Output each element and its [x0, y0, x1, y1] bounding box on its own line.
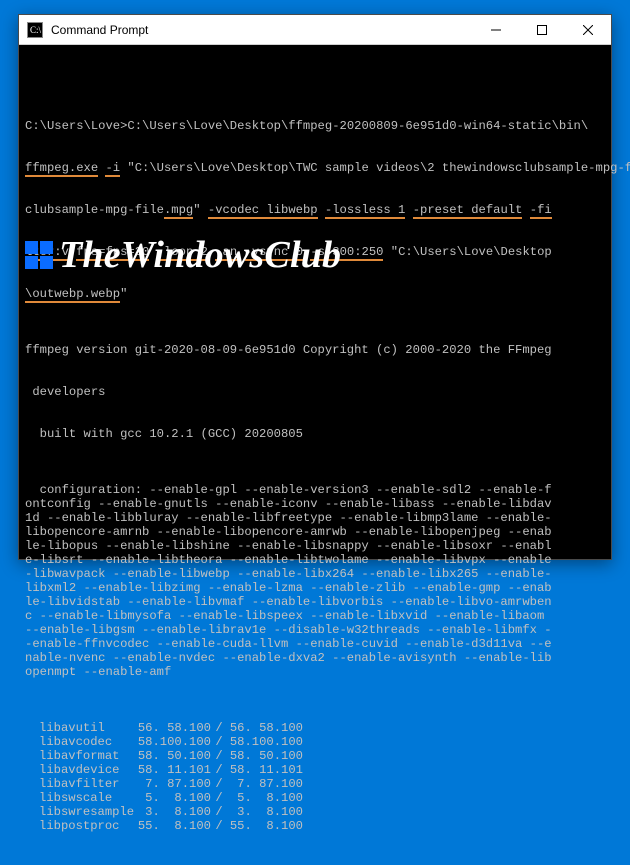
minimize-icon	[491, 25, 501, 35]
config-line: le-libopus --enable-libshine --enable-li…	[25, 539, 605, 553]
lib-version: 58. 50.100	[135, 749, 211, 763]
command-line: clubsample-mpg-file.mpg" -vcodec libwebp…	[25, 203, 605, 217]
close-icon	[583, 25, 593, 35]
lib-version: 3. 8.100	[135, 805, 211, 819]
hl-vcodec: -vcodec libwebp	[208, 203, 318, 219]
arg-close: "	[120, 287, 127, 301]
config-line: configuration: --enable-gpl --enable-ver…	[25, 483, 605, 497]
config-line: libxml2 --enable-libzimg --enable-lzma -…	[25, 581, 605, 595]
built-line: built with gcc 10.2.1 (GCC) 20200805	[25, 427, 605, 441]
table-row: libswresample 3. 8.100/ 3. 8.100	[25, 805, 605, 819]
separator: /	[211, 777, 227, 791]
hl-lossless: -lossless 1	[325, 203, 405, 219]
lib-version: 58. 11.101	[135, 763, 211, 777]
cmd-prompt-icon: C:\	[27, 22, 43, 38]
table-row: libavformat58. 50.100/58. 50.100	[25, 749, 605, 763]
separator: /	[211, 721, 227, 735]
lib-version: 58. 50.100	[227, 749, 303, 763]
config-line: nable-nvenc --enable-nvdec --enable-dxva…	[25, 651, 605, 665]
svg-text:C:\: C:\	[30, 25, 42, 35]
separator: /	[211, 819, 227, 833]
config-line: c --enable-libmysofa --enable-libspeex -…	[25, 609, 605, 623]
lib-version: 55. 8.100	[227, 819, 303, 833]
hl-filter: lter:v	[25, 245, 69, 261]
library-versions-table: libavutil56. 58.100/56. 58.100libavcodec…	[25, 721, 605, 833]
hl-vsync: -vsync 0	[245, 245, 304, 261]
lib-name: libswscale	[25, 791, 135, 805]
command-line: ffmpeg.exe -i "C:\Users\Love\Desktop\TWC…	[25, 161, 605, 175]
lib-version: 5. 8.100	[135, 791, 211, 805]
arg-output: "C:\Users\Love\Desktop	[383, 245, 551, 259]
configuration-block: configuration: --enable-gpl --enable-ver…	[25, 483, 605, 679]
hl-filter: -fi	[530, 203, 552, 219]
minimize-button[interactable]	[473, 15, 519, 45]
command-line: C:\Users\Love>C:\Users\Love\Desktop\ffmp…	[25, 119, 605, 133]
config-line: openmpt --enable-amf	[25, 665, 605, 679]
lib-name: libavdevice	[25, 763, 135, 777]
close-button[interactable]	[565, 15, 611, 45]
hl-ffmpeg-exe: ffmpeg.exe	[25, 161, 98, 177]
separator: /	[211, 735, 227, 749]
lib-version: 56. 58.100	[227, 721, 303, 735]
arg-input: "C:\Users\Love\Desktop\TWC sample videos…	[120, 161, 630, 175]
table-row: libpostproc55. 8.100/55. 8.100	[25, 819, 605, 833]
config-line: 1d --enable-libbluray --enable-libfreety…	[25, 511, 605, 525]
lib-name: libavutil	[25, 721, 135, 735]
hl-an: -an	[215, 245, 237, 261]
table-row: libavcodec58.100.100/58.100.100	[25, 735, 605, 749]
table-row: libswscale 5. 8.100/ 5. 8.100	[25, 791, 605, 805]
blank-line	[25, 77, 605, 91]
hl-ext-mpg: .mpg	[164, 203, 193, 219]
window-title: Command Prompt	[51, 23, 473, 37]
separator: /	[211, 791, 227, 805]
lib-name: libavformat	[25, 749, 135, 763]
lib-version: 56. 58.100	[135, 721, 211, 735]
lib-version: 5. 8.100	[227, 791, 303, 805]
titlebar[interactable]: C:\ Command Prompt	[19, 15, 611, 45]
config-line: libopencore-amrnb --enable-libopencore-a…	[25, 525, 605, 539]
lib-version: 58.100.100	[227, 735, 303, 749]
config-line: -enable-ffnvcodec --enable-cuda-llvm --e…	[25, 637, 605, 651]
command-line: \outwebp.webp"	[25, 287, 605, 301]
hl-flag-i: -i	[105, 161, 120, 177]
command-prompt-window: C:\ Command Prompt C:\Users\Love>C:\User…	[18, 14, 612, 560]
lib-version: 3. 8.100	[227, 805, 303, 819]
banner-line: developers	[25, 385, 605, 399]
config-line: --enable-libgsm --enable-librav1e --disa…	[25, 623, 605, 637]
table-row: libavdevice58. 11.101/58. 11.101	[25, 763, 605, 777]
window-controls	[473, 15, 611, 44]
command-line: lter:v fps=fps=30 -loop 2 -an -vsync 0 -…	[25, 245, 605, 259]
lib-name: libswresample	[25, 805, 135, 819]
lib-version: 7. 87.100	[227, 777, 303, 791]
table-row: libavutil56. 58.100/56. 58.100	[25, 721, 605, 735]
lib-name: libavcodec	[25, 735, 135, 749]
separator: /	[211, 763, 227, 777]
hl-loop: -loop 2	[157, 245, 208, 261]
hl-fps: fps=fps=30	[76, 245, 149, 261]
separator: /	[211, 749, 227, 763]
maximize-button[interactable]	[519, 15, 565, 45]
banner-line: ffmpeg version git-2020-08-09-6e951d0 Co…	[25, 343, 605, 357]
hl-output-file: \outwebp.webp	[25, 287, 120, 303]
lib-version: 55. 8.100	[135, 819, 211, 833]
terminal-output: C:\Users\Love>C:\Users\Love\Desktop\ffmp…	[19, 45, 611, 865]
lib-name: libpostproc	[25, 819, 135, 833]
config-line: e-libsrt --enable-libtheora --enable-lib…	[25, 553, 605, 567]
hl-size: -s 300:250	[310, 245, 383, 261]
arg-input: clubsample-mpg-file	[25, 203, 164, 217]
arg-close: "	[193, 203, 208, 217]
separator: /	[211, 805, 227, 819]
config-line: -libwavpack --enable-libwebp --enable-li…	[25, 567, 605, 581]
maximize-icon	[537, 25, 547, 35]
lib-version: 58. 11.101	[227, 763, 303, 777]
lib-version: 7. 87.100	[135, 777, 211, 791]
config-line: le-libvidstab --enable-libvmaf --enable-…	[25, 595, 605, 609]
hl-preset: -preset default	[413, 203, 523, 219]
lib-name: libavfilter	[25, 777, 135, 791]
prompt: C:\Users\Love>	[25, 119, 127, 133]
exe-path: C:\Users\Love\Desktop\ffmpeg-20200809-6e…	[127, 119, 588, 133]
config-line: ontconfig --enable-gnutls --enable-iconv…	[25, 497, 605, 511]
table-row: libavfilter 7. 87.100/ 7. 87.100	[25, 777, 605, 791]
lib-version: 58.100.100	[135, 735, 211, 749]
